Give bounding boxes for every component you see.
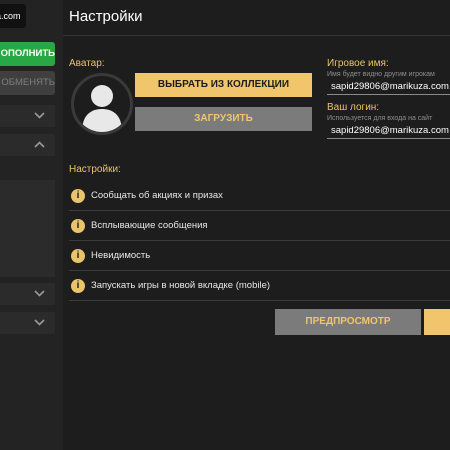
- sidebar-accordion-2[interactable]: [0, 134, 55, 156]
- page-title: Настройки: [69, 8, 143, 25]
- avatar: [71, 73, 133, 135]
- chevron-down-icon: [34, 290, 45, 297]
- login-hint: Используется для входа на сайт: [327, 115, 433, 122]
- preview-button[interactable]: ПРЕДПРОСМОТР: [275, 309, 421, 335]
- save-button[interactable]: [424, 309, 450, 335]
- setting-popup-messages[interactable]: i Всплывающие сообщения: [69, 212, 450, 241]
- info-icon: i: [71, 219, 85, 233]
- user-silhouette-icon: [82, 85, 122, 132]
- avatar-label: Аватар:: [69, 58, 105, 69]
- setting-label: Всплывающие сообщения: [91, 220, 208, 231]
- setting-label: Невидимость: [91, 250, 151, 261]
- chevron-down-icon: [34, 112, 45, 119]
- game-name-label: Игровое имя:: [327, 58, 389, 69]
- choose-from-collection-button[interactable]: ВЫБРАТЬ ИЗ КОЛЛЕКЦИИ: [135, 73, 312, 97]
- setting-label: Сообщать об акциях и призах: [91, 190, 223, 201]
- setting-label: Запускать игры в новой вкладке (mobile): [91, 280, 271, 291]
- sidebar-accordion-4[interactable]: [0, 312, 55, 334]
- info-icon: i: [71, 249, 85, 263]
- deposit-button[interactable]: ОПОЛНИТЬ: [0, 42, 55, 66]
- settings-panel: Настройки Аватар: ВЫБРАТЬ ИЗ КОЛЛЕКЦИИ З…: [63, 0, 450, 450]
- account-domain-chip[interactable]: a.com: [0, 4, 26, 28]
- exchange-button[interactable]: ОБМЕНЯТЬ: [0, 71, 55, 95]
- chevron-down-icon: [34, 319, 45, 326]
- info-icon: i: [71, 189, 85, 203]
- sidebar: a.com ОПОЛНИТЬ ОБМЕНЯТЬ: [0, 0, 63, 450]
- login-field[interactable]: sapid29806@marikuza.com: [327, 123, 450, 139]
- info-icon: i: [71, 279, 85, 293]
- chevron-up-icon: [34, 141, 45, 148]
- setting-invisibility[interactable]: i Невидимость: [69, 242, 450, 271]
- sidebar-accordion-3[interactable]: [0, 283, 55, 305]
- login-label: Ваш логин:: [327, 102, 380, 113]
- title-divider: [63, 35, 450, 36]
- setting-promo-notifications[interactable]: i Сообщать об акциях и призах: [69, 182, 450, 211]
- game-name-field[interactable]: sapid29806@marikuza.com: [327, 79, 450, 95]
- sidebar-accordion-1[interactable]: [0, 105, 55, 127]
- settings-section-label: Настройки:: [69, 164, 121, 175]
- upload-button[interactable]: ЗАГРУЗИТЬ: [135, 107, 312, 131]
- game-name-hint: Имя будет видно другим игрокам: [327, 71, 435, 78]
- setting-new-tab-games[interactable]: i Запускать игры в новой вкладке (mobile…: [69, 272, 450, 301]
- sidebar-expanded-panel: [0, 180, 55, 277]
